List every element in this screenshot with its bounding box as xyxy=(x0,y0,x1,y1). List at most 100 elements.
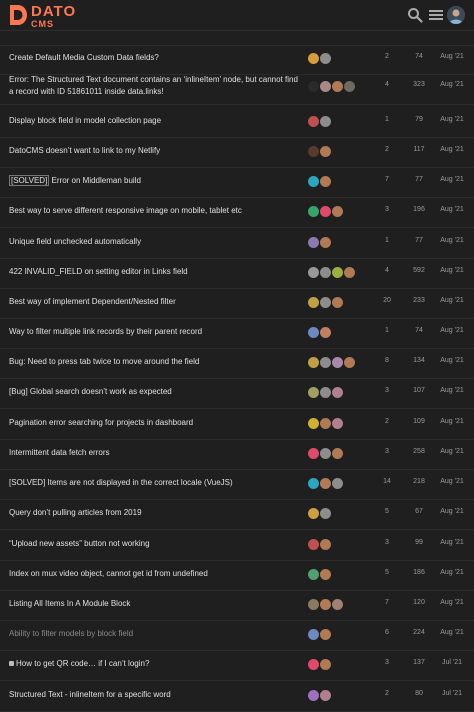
topic-date[interactable]: Aug '21 xyxy=(437,478,467,485)
topic-row[interactable]: Display block field in model collection … xyxy=(0,107,474,138)
poster-avatar[interactable] xyxy=(319,689,332,702)
topic-date[interactable]: Aug '21 xyxy=(437,146,467,153)
topic-title-link[interactable]: Pagination error searching for projects … xyxy=(9,417,301,429)
topic-date[interactable]: Aug '21 xyxy=(437,176,467,183)
topic-row[interactable]: Ability to filter models by block field 6… xyxy=(0,620,474,651)
topic-date[interactable]: Aug '21 xyxy=(437,116,467,123)
topic-posters xyxy=(307,236,379,249)
topic-date[interactable]: Aug '21 xyxy=(437,357,467,364)
topic-row[interactable]: Unique field unchecked automatically 1 77 A… xyxy=(0,228,474,259)
poster-avatar[interactable] xyxy=(331,477,344,490)
topic-row[interactable]: Listing All Items In A Module Block 7 120 A… xyxy=(0,590,474,621)
topic-title-link[interactable]: Display block field in model collection … xyxy=(9,115,301,127)
topic-row[interactable]: Error: The Structured Text document cont… xyxy=(0,70,474,105)
hamburger-menu-icon[interactable] xyxy=(428,7,444,23)
topic-row[interactable]: Pagination error searching for projects … xyxy=(0,409,474,440)
topic-title-link[interactable]: [SOLVED] Error on Middleman build xyxy=(9,175,301,187)
topic-date[interactable]: Aug '21 xyxy=(437,569,467,576)
poster-avatar[interactable] xyxy=(331,417,344,430)
poster-avatar[interactable] xyxy=(319,658,332,671)
topic-row[interactable]: Best way to serve different responsive i… xyxy=(0,197,474,228)
topic-views: 120 xyxy=(413,599,425,606)
topic-date[interactable]: Aug '21 xyxy=(437,508,467,515)
topic-title-link[interactable]: Best way to serve different responsive i… xyxy=(9,205,301,217)
poster-avatar[interactable] xyxy=(343,266,356,279)
topic-replies: 4 xyxy=(385,81,389,88)
poster-avatar[interactable] xyxy=(319,326,332,339)
poster-avatar[interactable] xyxy=(331,205,344,218)
topic-title-link[interactable]: Ability to filter models by block field xyxy=(9,628,301,640)
topic-title-text: [Bug] Global search doesn’t work as expe… xyxy=(9,387,172,396)
topic-views: 79 xyxy=(415,116,423,123)
topic-row[interactable]: Query don’t pulling articles from 2019 5 6… xyxy=(0,499,474,530)
topic-title-link[interactable]: Index on mux video object, cannot get id… xyxy=(9,568,301,580)
topic-title-link[interactable]: Create Default Media Custom Data fields? xyxy=(9,52,301,64)
topic-title-text: DatoCMS doesn’t want to link to my Netli… xyxy=(9,146,161,155)
topic-title-link[interactable]: Listing All Items In A Module Block xyxy=(9,598,301,610)
poster-avatar[interactable] xyxy=(319,52,332,65)
topic-title-link[interactable]: Query don’t pulling articles from 2019 xyxy=(9,507,301,519)
topic-row[interactable]: [Bug] Global search doesn’t work as expe… xyxy=(0,378,474,409)
topic-row[interactable]: Structured Text - inlineItem for a speci… xyxy=(0,681,474,712)
search-icon[interactable] xyxy=(407,7,423,23)
topic-posters xyxy=(307,145,379,158)
topic-date[interactable]: Jul '21 xyxy=(437,659,467,666)
topic-title-link[interactable]: Bug: Need to press tab twice to move aro… xyxy=(9,356,301,368)
topic-row[interactable]: “Upload new assets” button not working 3 9… xyxy=(0,530,474,561)
topic-date[interactable]: Aug '21 xyxy=(437,327,467,334)
poster-avatar[interactable] xyxy=(319,507,332,520)
topic-row[interactable]: 422 INVALID_FIELD on setting editor in L… xyxy=(0,258,474,289)
topic-title-link[interactable]: How to get QR code… if I can’t login? xyxy=(9,658,301,670)
topic-row[interactable]: [SOLVED] Error on Middleman build 7 77 Aug … xyxy=(0,167,474,198)
poster-avatar[interactable] xyxy=(331,386,344,399)
poster-avatar[interactable] xyxy=(331,296,344,309)
poster-avatar[interactable] xyxy=(319,628,332,641)
topic-row[interactable]: DatoCMS doesn’t want to link to my Netli… xyxy=(0,137,474,168)
topic-row[interactable]: Index on mux video object, cannot get id… xyxy=(0,560,474,591)
poster-avatar[interactable] xyxy=(331,447,344,460)
topic-row[interactable]: [SOLVED] Items are not displayed in the … xyxy=(0,469,474,500)
topic-title-link[interactable]: 422 INVALID_FIELD on setting editor in L… xyxy=(9,266,301,278)
topic-date[interactable]: Jul '21 xyxy=(437,690,467,697)
topic-title-link[interactable]: [Bug] Global search doesn’t work as expe… xyxy=(9,386,301,398)
topic-views: 67 xyxy=(415,508,423,515)
topic-date[interactable]: Aug '21 xyxy=(437,387,467,394)
topic-row[interactable]: How to get QR code… if I can’t login? 3 13… xyxy=(0,650,474,681)
topic-title-link[interactable]: Structured Text - inlineItem for a speci… xyxy=(9,689,301,701)
poster-avatar[interactable] xyxy=(343,80,356,93)
topic-title-link[interactable]: DatoCMS doesn’t want to link to my Netli… xyxy=(9,145,301,157)
poster-avatar[interactable] xyxy=(319,145,332,158)
topic-title-link[interactable]: Error: The Structured Text document cont… xyxy=(9,74,301,98)
poster-avatar[interactable] xyxy=(319,175,332,188)
poster-avatar[interactable] xyxy=(343,356,356,369)
topic-date[interactable]: Aug '21 xyxy=(437,297,467,304)
topic-replies: 6 xyxy=(385,629,389,636)
topic-date[interactable]: Aug '21 xyxy=(437,599,467,606)
topic-row[interactable]: Best way of implement Dependent/Nested f… xyxy=(0,288,474,319)
poster-avatar[interactable] xyxy=(319,115,332,128)
user-avatar[interactable] xyxy=(447,6,465,24)
topic-date[interactable]: Aug '21 xyxy=(437,81,467,88)
topic-date[interactable]: Aug '21 xyxy=(437,53,467,60)
topic-row[interactable]: Way to filter multiple link records by t… xyxy=(0,318,474,349)
topic-date[interactable]: Aug '21 xyxy=(437,267,467,274)
poster-avatar[interactable] xyxy=(319,538,332,551)
topic-title-link[interactable]: Intermittent data fetch errors xyxy=(9,447,301,459)
topic-title-link[interactable]: “Upload new assets” button not working xyxy=(9,538,301,550)
poster-avatar[interactable] xyxy=(319,568,332,581)
topic-date[interactable]: Aug '21 xyxy=(437,629,467,636)
topic-title-text: “Upload new assets” button not working xyxy=(9,539,150,548)
topic-date[interactable]: Aug '21 xyxy=(437,448,467,455)
topic-title-link[interactable]: [SOLVED] Items are not displayed in the … xyxy=(9,477,301,489)
topic-date[interactable]: Aug '21 xyxy=(437,206,467,213)
topic-row[interactable]: Bug: Need to press tab twice to move aro… xyxy=(0,348,474,379)
topic-date[interactable]: Aug '21 xyxy=(437,418,467,425)
poster-avatar[interactable] xyxy=(319,236,332,249)
topic-date[interactable]: Aug '21 xyxy=(437,539,467,546)
topic-title-link[interactable]: Best way of implement Dependent/Nested f… xyxy=(9,296,301,308)
topic-title-link[interactable]: Unique field unchecked automatically xyxy=(9,236,301,248)
topic-row[interactable]: Intermittent data fetch errors 3 258 Aug '2… xyxy=(0,439,474,470)
topic-title-link[interactable]: Way to filter multiple link records by t… xyxy=(9,326,301,338)
topic-date[interactable]: Aug '21 xyxy=(437,237,467,244)
poster-avatar[interactable] xyxy=(331,598,344,611)
